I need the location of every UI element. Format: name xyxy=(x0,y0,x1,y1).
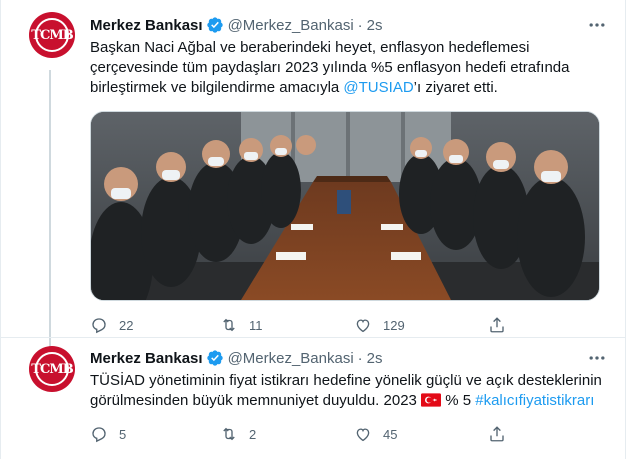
tweet[interactable]: TCMB Merkez Bankası @Merkez_Bankasi · 2s… xyxy=(1,0,625,337)
reply-button[interactable]: 22 xyxy=(90,315,133,335)
tweet-timestamp[interactable]: 2s xyxy=(367,350,383,367)
verified-badge-icon xyxy=(206,350,223,366)
tweet-content: Merkez Bankası @Merkez_Bankasi · 2s Başk… xyxy=(90,15,615,335)
tweet-text: Başkan Naci Ağbal ve beraberindeki heyet… xyxy=(90,38,590,98)
reply-count: 5 xyxy=(119,426,127,442)
mention-link[interactable]: @TUSIAD xyxy=(343,79,413,96)
tweet-photo[interactable] xyxy=(90,111,600,301)
tweet-actions: 5 2 45 xyxy=(90,424,615,444)
more-icon[interactable] xyxy=(587,15,607,35)
tweet-text-percent: % 5 xyxy=(441,392,476,409)
meeting-photo-illustration xyxy=(91,112,599,300)
like-icon xyxy=(356,319,370,333)
reply-button[interactable]: 5 xyxy=(90,424,126,444)
retweet-count: 11 xyxy=(249,317,263,333)
like-button[interactable]: 45 xyxy=(354,424,397,444)
retweet-count: 2 xyxy=(249,426,257,442)
retweet-button[interactable]: 2 xyxy=(220,424,256,444)
avatar-logo-text: TCMB xyxy=(31,18,74,52)
like-button[interactable]: 129 xyxy=(354,315,405,335)
avatar[interactable]: TCMB xyxy=(29,12,75,58)
retweet-icon xyxy=(223,318,235,332)
tweet-header: Merkez Bankası @Merkez_Bankasi · 2s xyxy=(90,15,615,35)
reply-count: 22 xyxy=(119,317,134,333)
retweet-button[interactable]: 11 xyxy=(220,315,263,335)
share-icon xyxy=(490,317,504,333)
like-count: 129 xyxy=(383,317,405,333)
separator-dot: · xyxy=(357,349,363,367)
turkey-flag-icon xyxy=(421,393,442,407)
tweet-text-suffix: ’ı ziyaret etti. xyxy=(413,79,498,96)
like-icon xyxy=(356,428,370,442)
verified-badge-icon xyxy=(206,17,223,33)
reply-icon xyxy=(92,318,106,334)
tweet-text: TÜSİAD yönetiminin fiyat istikrarı hedef… xyxy=(90,371,615,411)
author-handle[interactable]: @Merkez_Bankasi xyxy=(228,350,354,367)
tweet-timestamp[interactable]: 2s xyxy=(367,17,383,34)
author-name[interactable]: Merkez Bankası xyxy=(90,350,203,367)
author-name[interactable]: Merkez Bankası xyxy=(90,17,203,34)
share-button[interactable] xyxy=(488,315,506,335)
tweet-actions: 22 11 129 xyxy=(90,315,615,335)
share-icon xyxy=(490,426,504,442)
avatar-logo-text: TCMB xyxy=(31,352,74,386)
hashtag-link[interactable]: #kalıcıfiyatistikrarı xyxy=(475,392,594,409)
reply-icon xyxy=(92,427,106,443)
tweet[interactable]: TCMB Merkez Bankası @Merkez_Bankasi · 2s… xyxy=(1,338,625,459)
more-icon[interactable] xyxy=(587,348,607,368)
like-count: 45 xyxy=(383,426,398,442)
tweet-header: Merkez Bankası @Merkez_Bankasi · 2s xyxy=(90,348,615,368)
author-handle[interactable]: @Merkez_Bankasi xyxy=(228,17,354,34)
timeline-border-right xyxy=(625,0,626,459)
separator-dot: · xyxy=(357,16,363,34)
avatar[interactable]: TCMB xyxy=(29,346,75,392)
tweet-content: Merkez Bankası @Merkez_Bankasi · 2s TÜSİ… xyxy=(90,348,615,444)
share-button[interactable] xyxy=(488,424,506,444)
retweet-icon xyxy=(223,427,235,441)
